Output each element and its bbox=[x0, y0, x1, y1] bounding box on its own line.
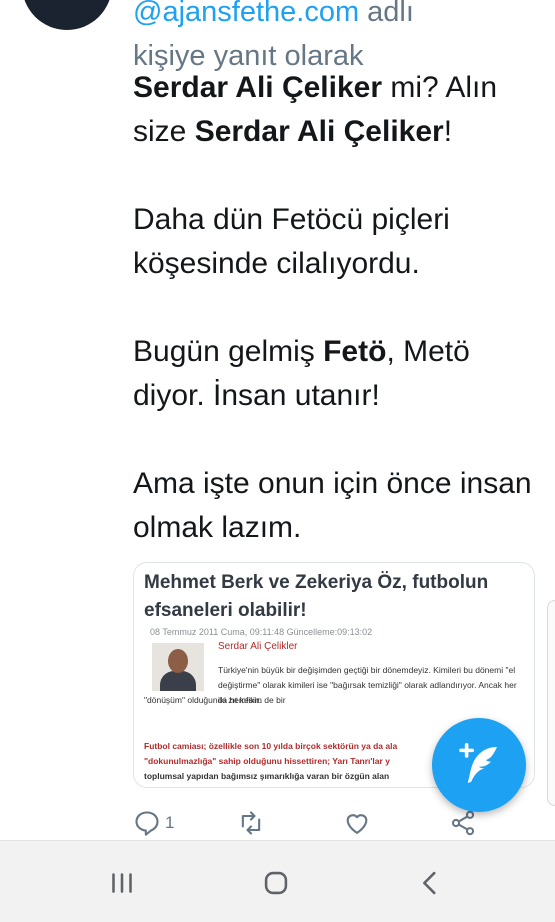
tweet-bold-word: Fetö bbox=[323, 335, 387, 368]
reply-handle[interactable]: @ajansfethe.com bbox=[133, 0, 359, 28]
reply-suffix: adlı bbox=[367, 0, 414, 28]
card-paragraph-highlight: Futbol camiası; özellikle son 10 yılda b… bbox=[144, 739, 454, 784]
share-button[interactable] bbox=[449, 808, 477, 838]
user-avatar[interactable] bbox=[22, 0, 112, 30]
retweet-button[interactable] bbox=[237, 808, 265, 838]
home-button[interactable] bbox=[246, 863, 306, 903]
like-button[interactable] bbox=[343, 808, 371, 838]
tweet-paragraph-3: Bugün gelmiş Fetö, Metö diyor. İnsan uta… bbox=[133, 330, 543, 418]
card-author: Serdar Ali Çelikler bbox=[218, 641, 298, 652]
tweet-text: Serdar Ali Çeliker mi? Alın size Serdar … bbox=[133, 66, 543, 594]
recents-button[interactable] bbox=[92, 863, 152, 903]
card-paragraph: "dönüşüm" olduğunda hemfikir. bbox=[144, 695, 262, 705]
share-icon bbox=[451, 810, 475, 836]
card-line: Futbol camiası; özellikle son 10 yılda b… bbox=[144, 741, 398, 751]
card-date: 08 Temmuz 2011 Cuma, 09:11:48 Güncelleme… bbox=[150, 627, 373, 637]
tweet-bold-name: Serdar Ali Çeliker bbox=[133, 71, 383, 104]
compose-tweet-icon bbox=[459, 742, 497, 783]
tweet-paragraph-4: Ama işte onun için önce insan olmak lazı… bbox=[133, 467, 532, 544]
scroll-handle[interactable] bbox=[547, 600, 555, 806]
heart-icon bbox=[346, 814, 368, 834]
reply-count: 1 bbox=[165, 813, 175, 832]
reply-icon bbox=[135, 811, 159, 836]
tweet-text-span: Bugün gelmiş bbox=[133, 335, 324, 368]
tweet-paragraph-2: Daha dün Fetöcü piçleri köşesinde cilalı… bbox=[133, 203, 450, 280]
tweet-paragraph-1: Serdar Ali Çeliker mi? Alın size Serdar … bbox=[133, 66, 543, 154]
reply-button[interactable]: 1 bbox=[133, 808, 174, 838]
tweet-text-span: ! bbox=[443, 115, 453, 148]
author-photo bbox=[152, 643, 204, 691]
card-line: "dokunulmazlığa" sahip olduğunu hissetti… bbox=[144, 756, 390, 766]
back-icon bbox=[423, 871, 436, 895]
home-icon bbox=[264, 871, 288, 895]
card-title: Mehmet Berk ve Zekeriya Öz, futbolun efs… bbox=[144, 572, 489, 621]
android-nav-bar bbox=[0, 840, 555, 922]
retweet-icon bbox=[241, 811, 261, 835]
back-button[interactable] bbox=[400, 863, 460, 903]
card-line: toplumsal yapıdan bağımsız şımarıklığa v… bbox=[144, 771, 390, 781]
recents-icon bbox=[112, 873, 132, 893]
compose-tweet-button[interactable] bbox=[432, 718, 526, 812]
tweet-bold-name: Serdar Ali Çeliker bbox=[194, 115, 444, 148]
